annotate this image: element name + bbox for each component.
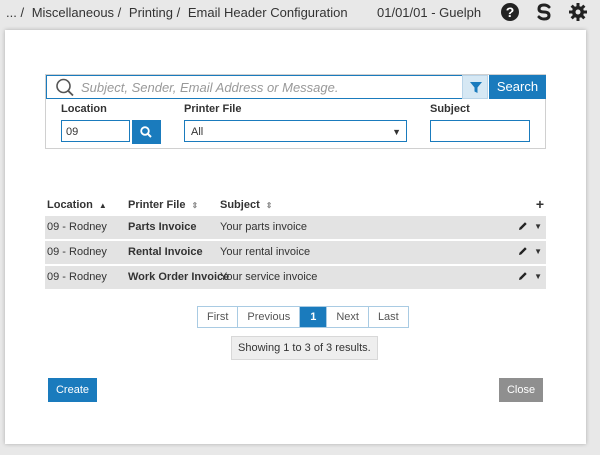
sort-icon: ⇕ (191, 201, 199, 210)
page-previous-button[interactable]: Previous (238, 307, 301, 327)
chevron-down-icon[interactable]: ▼ (534, 247, 542, 256)
column-header-location[interactable]: Location ▲ (47, 199, 107, 211)
location-label: Location (61, 103, 107, 115)
location-lookup-button[interactable] (132, 120, 161, 144)
page-last-button[interactable]: Last (369, 307, 408, 327)
table-header: Location ▲ Printer File ⇕ Subject ⇕ + (45, 196, 546, 216)
top-bar: ... / Miscellaneous / Printing / Email H… (0, 0, 600, 25)
cell-location: 09 - Rodney (47, 246, 107, 258)
subject-input[interactable] (430, 120, 530, 142)
printer-file-label: Printer File (184, 103, 242, 115)
create-button[interactable]: Create (48, 378, 97, 402)
magnifier-icon (56, 78, 74, 97)
breadcrumb: ... / Miscellaneous / Printing / Email H… (6, 5, 352, 20)
breadcrumb-miscellaneous[interactable]: Miscellaneous / (32, 5, 122, 20)
results-summary: Showing 1 to 3 of 3 results. (231, 336, 378, 360)
close-button[interactable]: Close (499, 378, 543, 402)
chevron-down-icon[interactable]: ▼ (534, 272, 542, 281)
add-icon[interactable]: + (536, 196, 544, 212)
page-first-button[interactable]: First (198, 307, 239, 327)
help-icon[interactable]: ? (500, 2, 520, 22)
s-icon[interactable] (534, 2, 554, 22)
filter-icon (470, 82, 482, 93)
printer-file-select[interactable]: All ▼ (184, 120, 407, 142)
search-button[interactable]: Search (489, 75, 546, 99)
cell-printer-file: Work Order Invoice (128, 271, 230, 283)
chevron-down-icon[interactable]: ▼ (534, 222, 542, 231)
table-row[interactable]: 09 - Rodney Work Order Invoice Your serv… (45, 266, 546, 291)
column-header-printer-file[interactable]: Printer File ⇕ (128, 199, 198, 211)
filter-button[interactable] (462, 75, 488, 99)
table-row[interactable]: 09 - Rodney Parts Invoice Your parts inv… (45, 216, 546, 241)
search-filter-box: Search Location Printer File Subject 09 … (45, 74, 546, 149)
chevron-down-icon: ▼ (392, 127, 401, 137)
sort-ascending-icon: ▲ (98, 201, 107, 210)
search-input-wrapper[interactable] (46, 75, 463, 99)
breadcrumb-printing[interactable]: Printing / (129, 5, 180, 20)
table-row[interactable]: 09 - Rodney Rental Invoice Your rental i… (45, 241, 546, 266)
cell-subject: Your service invoice (220, 271, 318, 283)
cell-location: 09 - Rodney (47, 221, 107, 233)
column-header-subject[interactable]: Subject ⇕ (220, 199, 272, 211)
sort-icon: ⇕ (265, 201, 273, 210)
pencil-icon[interactable] (518, 271, 528, 281)
email-header-table: Location ▲ Printer File ⇕ Subject ⇕ + 09 - … (45, 196, 546, 291)
search-input[interactable] (81, 78, 451, 96)
printer-file-selected: All (191, 126, 204, 138)
breadcrumb-ellipsis[interactable]: ... / (6, 5, 24, 20)
location-input[interactable]: 09 (61, 120, 130, 142)
page-next-button[interactable]: Next (327, 307, 369, 327)
cell-location: 09 - Rodney (47, 271, 107, 283)
breadcrumb-current-page: Email Header Configuration (187, 5, 348, 20)
svg-text:?: ? (506, 4, 515, 20)
cell-subject: Your parts invoice (220, 221, 308, 233)
pagination: First Previous 1 Next Last (197, 306, 409, 328)
email-header-panel: Search Location Printer File Subject 09 … (5, 30, 586, 444)
pencil-icon[interactable] (518, 221, 528, 231)
cell-printer-file: Rental Invoice (128, 246, 203, 258)
subject-label: Subject (430, 103, 470, 115)
search-icon (140, 126, 152, 138)
gear-icon[interactable] (568, 2, 588, 22)
cell-subject: Your rental invoice (220, 246, 311, 258)
page-current-button[interactable]: 1 (300, 307, 328, 327)
cell-printer-file: Parts Invoice (128, 221, 197, 233)
date-location-indicator[interactable]: 01/01/01 - Guelph (377, 5, 481, 20)
pencil-icon[interactable] (518, 246, 528, 256)
